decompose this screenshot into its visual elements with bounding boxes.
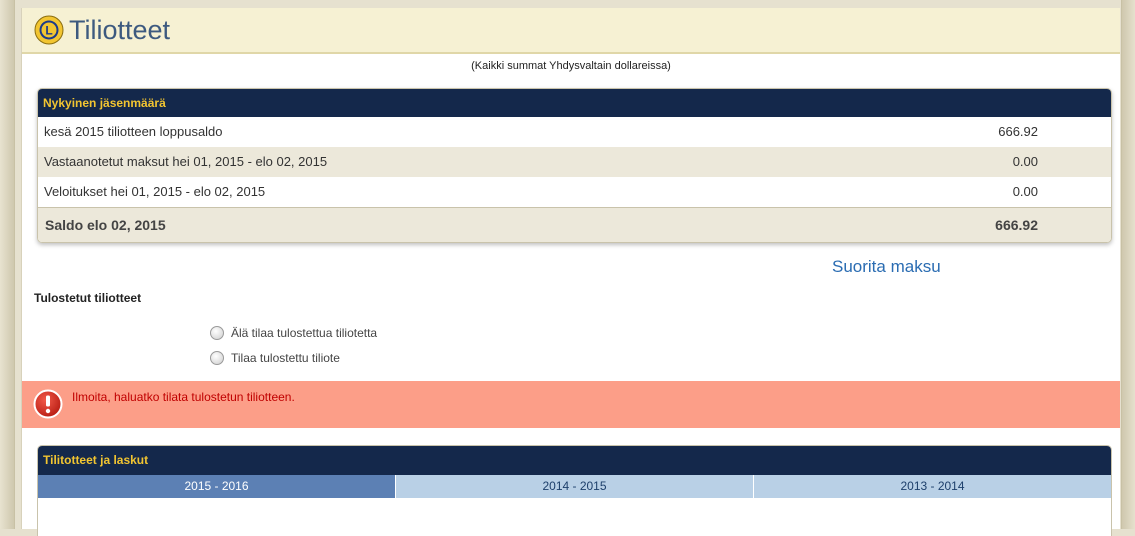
content-panel: L Tiliotteet (Kaikki summat Yhdysvaltain… [21,8,1120,536]
make-payment-link[interactable]: Suorita maksu [832,257,941,277]
row-label: Vastaanotetut maksut hei 01, 2015 - elo … [44,154,328,169]
membership-heading: Nykyinen jäsenmäärä [38,89,1111,117]
balance-label: Saldo elo 02, 2015 [45,217,166,233]
left-page-border [0,0,15,529]
balance-total-row: Saldo elo 02, 2015 666.92 [38,207,1111,242]
radio-button[interactable] [210,326,224,340]
tab-2014-2015[interactable]: 2014 - 2015 [396,475,754,498]
membership-summary-card: Nykyinen jäsenmäärä kesä 2015 tiliotteen… [37,88,1112,243]
row-amount: 666.92 [998,124,1038,139]
error-text: Ilmoita, haluatko tilata tulostetun tili… [72,390,295,404]
radio-button[interactable] [210,351,224,365]
row-label: kesä 2015 tiliotteen loppusaldo [44,124,223,139]
statements-invoices-card: Tilitotteet ja laskut 2015 - 2016 2014 -… [37,445,1112,536]
lions-club-logo-icon: L [34,15,64,45]
error-message-bar: Ilmoita, haluatko tilata tulostetun tili… [22,381,1120,428]
right-page-border [1121,0,1135,529]
table-row: Vastaanotetut maksut hei 01, 2015 - elo … [38,147,1111,177]
table-row: Veloitukset hei 01, 2015 - elo 02, 2015 … [38,177,1111,207]
statements-heading: Tilitotteet ja laskut [38,446,1111,475]
svg-text:L: L [45,24,52,38]
page-header: L Tiliotteet [22,8,1120,54]
page-title: Tiliotteet [69,15,171,45]
table-row: kesä 2015 tiliotteen loppusaldo 666.92 [38,117,1111,147]
row-label: Veloitukset hei 01, 2015 - elo 02, 2015 [44,184,266,199]
exclamation-icon [33,389,63,419]
radio-option-no-print[interactable]: Älä tilaa tulostettua tiliotetta [210,326,377,340]
tab-2013-2014[interactable]: 2013 - 2014 [754,475,1111,498]
tab-2015-2016[interactable]: 2015 - 2016 [38,475,396,498]
radio-label[interactable]: Tilaa tulostettu tiliote [231,351,340,365]
radio-label[interactable]: Älä tilaa tulostettua tiliotetta [231,326,377,340]
radio-option-order-print[interactable]: Tilaa tulostettu tiliote [210,351,340,365]
currency-note: (Kaikki summat Yhdysvaltain dollareissa) [471,60,671,72]
fiscal-year-tabs: 2015 - 2016 2014 - 2015 2013 - 2014 [38,475,1111,498]
row-amount: 0.00 [1012,184,1038,199]
row-amount: 0.00 [1012,154,1038,169]
balance-amount: 666.92 [995,217,1038,233]
printed-statements-heading: Tulostetut tiliotteet [34,291,142,305]
